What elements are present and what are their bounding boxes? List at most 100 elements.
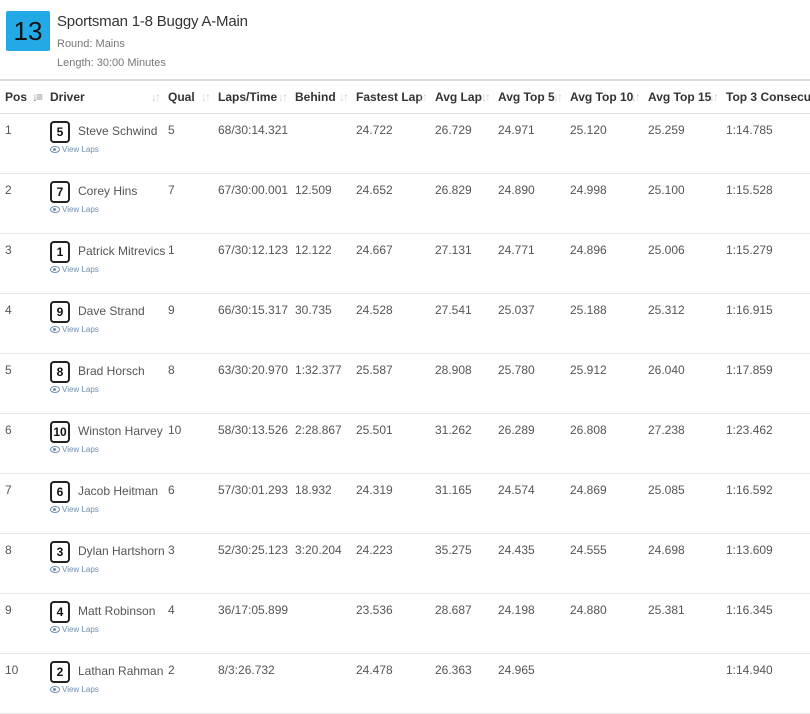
- results-table: Pos ↓≡ Driver ↓↑ Qual ↓↑ Laps/Time ↓↑ Behind ↓↑ Fa…: [0, 81, 810, 714]
- column-header-behind[interactable]: Behind ↓↑: [290, 81, 351, 114]
- driver-cell: 2 Lathan Rahman View Laps: [45, 653, 164, 714]
- car-number-badge: 5: [50, 121, 70, 143]
- driver-cell: 8 Brad Horsch View Laps: [45, 353, 163, 414]
- sort-icon[interactable]: ↓↑: [201, 90, 211, 104]
- driver-name: Lathan Rahman: [78, 664, 164, 678]
- event-title: Sportsman 1-8 Buggy A-Main: [57, 13, 248, 30]
- sort-icon[interactable]: ↓↑: [151, 90, 161, 104]
- behind-cell: [290, 593, 351, 654]
- driver-name: Winston Harvey: [78, 424, 163, 438]
- laps-time-cell: 8/3:26.732: [213, 653, 290, 714]
- sort-icon[interactable]: ↓↑: [631, 90, 641, 104]
- top-3-consecutive-cell: 1:14.785: [721, 113, 810, 174]
- avg-top-10-cell: 24.555: [565, 533, 643, 594]
- sort-icon[interactable]: ↓↑: [418, 90, 428, 104]
- column-header-avg-top-15[interactable]: Avg Top 15 ↓↑: [643, 81, 721, 114]
- view-laps-label: View Laps: [62, 205, 99, 214]
- avg-lap-cell: 26.363: [430, 653, 493, 714]
- top-3-consecutive-cell: 1:16.915: [721, 293, 810, 354]
- avg-top-5-cell: 25.037: [493, 293, 565, 354]
- view-laps-link[interactable]: View Laps: [50, 325, 163, 334]
- avg-lap-cell: 28.908: [430, 353, 493, 414]
- car-number-badge: 2: [50, 661, 70, 683]
- top-3-consecutive-cell: 1:15.528: [721, 173, 810, 234]
- table-row: 3 1 Patrick Mitrevics View Laps 1 67/30:12.12…: [0, 233, 810, 294]
- avg-top-10-cell: 24.880: [565, 593, 643, 654]
- column-header-avg-top-10[interactable]: Avg Top 10 ↓↑: [565, 81, 643, 114]
- laps-time-cell: 57/30:01.293: [213, 473, 290, 534]
- top-3-consecutive-cell: 1:14.940: [721, 653, 810, 714]
- position-cell: 6: [0, 413, 45, 474]
- eye-icon: [50, 326, 60, 334]
- laps-time-cell: 67/30:12.123: [213, 233, 290, 294]
- fastest-lap-cell: 24.223: [351, 533, 430, 594]
- column-header-label: Avg Top 10: [570, 90, 634, 104]
- column-header-top-3-consecutive[interactable]: Top 3 Consecutive: [721, 81, 810, 114]
- position-cell: 2: [0, 173, 45, 234]
- eye-icon: [50, 386, 60, 394]
- driver-cell: 6 Jacob Heitman View Laps: [45, 473, 163, 534]
- table-header-row: Pos ↓≡ Driver ↓↑ Qual ↓↑ Laps/Time ↓↑ Behind ↓↑ Fa…: [0, 81, 810, 114]
- table-row: 6 10 Winston Harvey View Laps 10 58/30:13.526…: [0, 413, 810, 474]
- sort-icon[interactable]: ↓↑: [278, 90, 288, 104]
- column-header-laps-time[interactable]: Laps/Time ↓↑: [213, 81, 290, 114]
- position-cell: 3: [0, 233, 45, 294]
- sort-icon[interactable]: ↓≡: [32, 90, 43, 104]
- car-number-badge: 7: [50, 181, 70, 203]
- view-laps-link[interactable]: View Laps: [50, 205, 163, 214]
- driver-name: Brad Horsch: [78, 364, 145, 378]
- behind-cell: 3:20.204: [290, 533, 351, 594]
- view-laps-link[interactable]: View Laps: [50, 445, 163, 454]
- column-header-qual[interactable]: Qual ↓↑: [163, 81, 213, 114]
- table-row: 5 8 Brad Horsch View Laps 8 63/30:20.970 1:32.…: [0, 353, 810, 414]
- column-header-avg-lap[interactable]: Avg Lap ↓↑: [430, 81, 493, 114]
- avg-top-15-cell: 24.698: [643, 533, 721, 594]
- sort-icon[interactable]: ↓↑: [481, 90, 491, 104]
- driver-cell: 10 Winston Harvey View Laps: [45, 413, 163, 474]
- avg-top-15-cell: 25.381: [643, 593, 721, 654]
- column-header-fastest-lap[interactable]: Fastest Lap ↓↑: [351, 81, 430, 114]
- view-laps-link[interactable]: View Laps: [50, 565, 163, 574]
- avg-top-15-cell: 25.259: [643, 113, 721, 174]
- behind-cell: [290, 653, 351, 714]
- view-laps-link[interactable]: View Laps: [50, 625, 163, 634]
- column-header-label: Pos: [5, 90, 28, 104]
- top-3-consecutive-cell: 1:23.462: [721, 413, 810, 474]
- view-laps-link[interactable]: View Laps: [50, 385, 163, 394]
- sort-icon[interactable]: ↓↑: [709, 90, 719, 104]
- table-row: 9 4 Matt Robinson View Laps 4 36/17:05.899 23.…: [0, 593, 810, 654]
- column-header-label: Laps/Time: [218, 90, 278, 104]
- eye-icon: [50, 506, 60, 514]
- avg-top-15-cell: [643, 653, 721, 714]
- view-laps-label: View Laps: [62, 445, 99, 454]
- laps-time-cell: 67/30:00.001: [213, 173, 290, 234]
- event-header: 13 Sportsman 1-8 Buggy A-Main Round: Mai…: [0, 0, 810, 78]
- avg-top-5-cell: 24.435: [493, 533, 565, 594]
- car-number-badge: 10: [50, 421, 70, 443]
- eye-icon: [50, 266, 60, 274]
- sort-icon[interactable]: ↓↑: [553, 90, 563, 104]
- view-laps-link[interactable]: View Laps: [50, 505, 163, 514]
- avg-top-15-cell: 27.238: [643, 413, 721, 474]
- position-cell: 8: [0, 533, 45, 594]
- view-laps-link[interactable]: View Laps: [50, 265, 163, 274]
- car-number-badge: 6: [50, 481, 70, 503]
- avg-top-15-cell: 26.040: [643, 353, 721, 414]
- car-number-badge: 3: [50, 541, 70, 563]
- column-header-driver[interactable]: Driver ↓↑: [45, 81, 163, 114]
- sort-icon[interactable]: ↓↑: [339, 90, 349, 104]
- qualifying-cell: 7: [163, 173, 213, 234]
- view-laps-link[interactable]: View Laps: [50, 685, 163, 694]
- avg-lap-cell: 35.275: [430, 533, 493, 594]
- view-laps-link[interactable]: View Laps: [50, 145, 163, 154]
- column-header-pos[interactable]: Pos ↓≡: [0, 81, 45, 114]
- avg-top-10-cell: 24.869: [565, 473, 643, 534]
- fastest-lap-cell: 25.501: [351, 413, 430, 474]
- column-header-label: Avg Top 15: [648, 90, 712, 104]
- column-header-avg-top-5[interactable]: Avg Top 5 ↓↑: [493, 81, 565, 114]
- column-header-label: Avg Lap: [435, 90, 482, 104]
- avg-lap-cell: 27.131: [430, 233, 493, 294]
- table-row: 2 7 Corey Hins View Laps 7 67/30:00.001 12.509…: [0, 173, 810, 234]
- qualifying-cell: 3: [163, 533, 213, 594]
- fastest-lap-cell: 24.722: [351, 113, 430, 174]
